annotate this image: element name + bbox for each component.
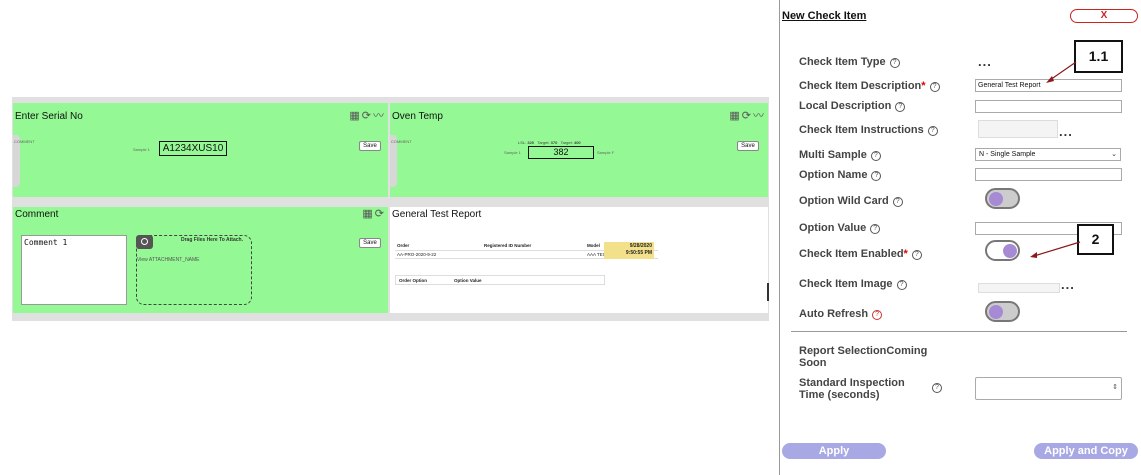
arrow-head [1030, 252, 1037, 258]
arrow-line [1049, 61, 1077, 81]
arrow-head [1046, 76, 1054, 83]
annotation-arrows [1030, 61, 1081, 258]
arrow-line [1033, 241, 1081, 257]
